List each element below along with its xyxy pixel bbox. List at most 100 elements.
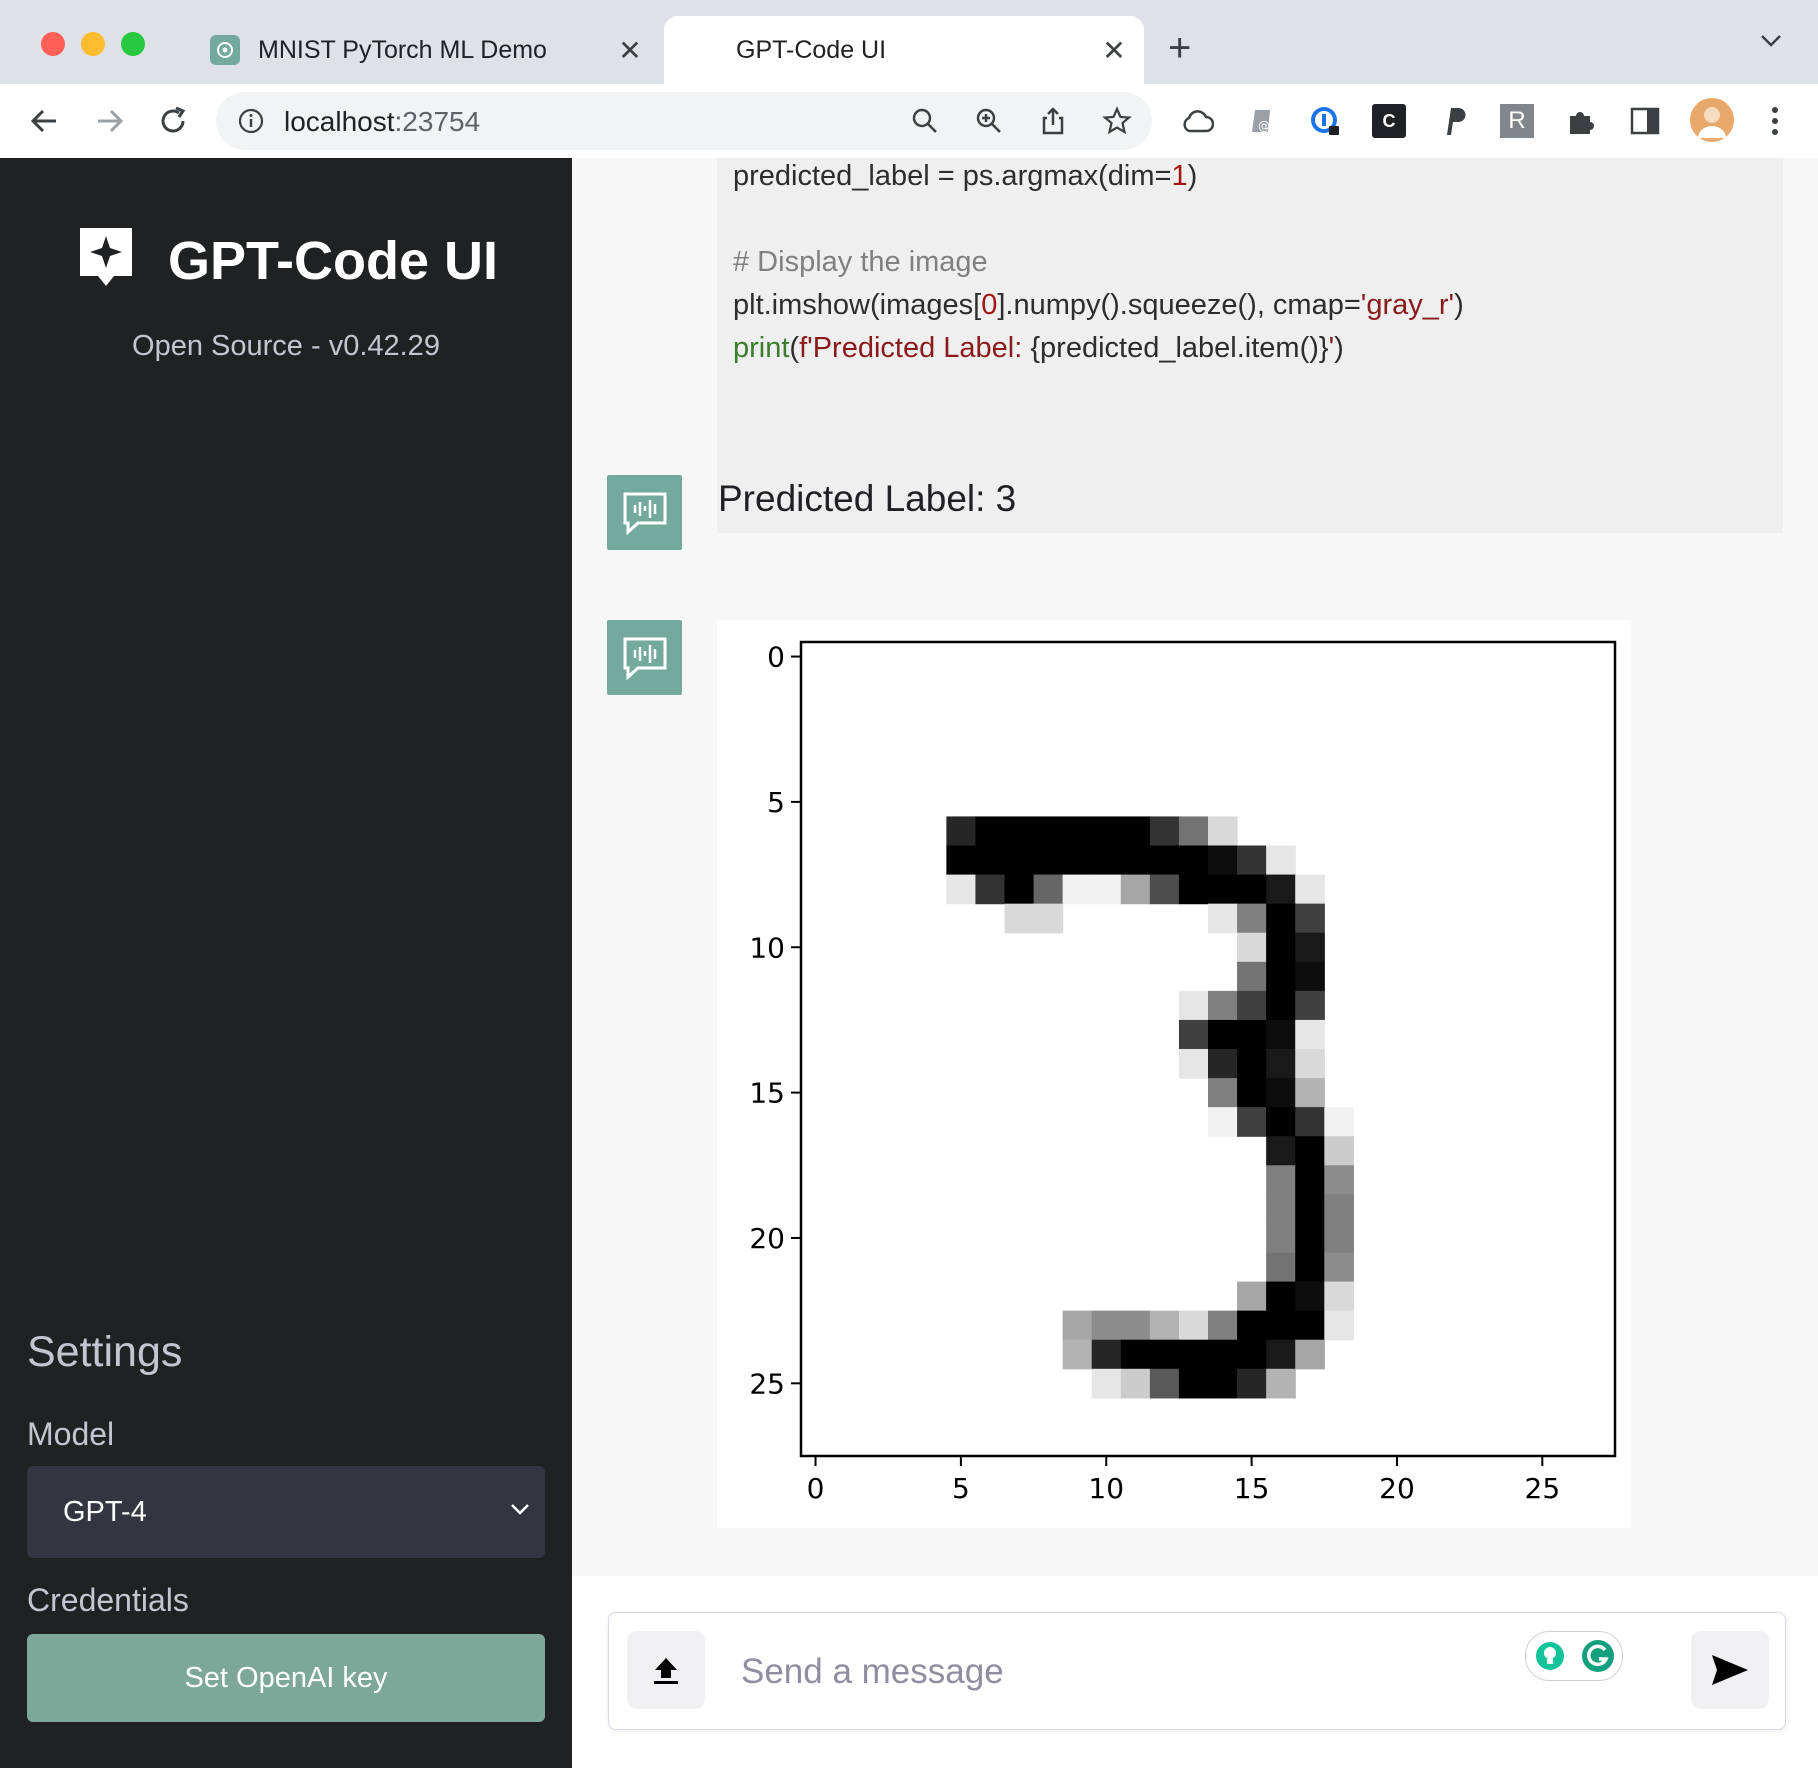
settings-heading: Settings [27,1328,183,1376]
bookmark-star-icon[interactable] [1102,106,1132,136]
message-input[interactable] [739,1641,1383,1703]
pixel-cell [1208,1339,1238,1370]
tab-gpt-code-ui[interactable]: GPT-Code UI ✕ [664,16,1144,84]
pixel-cell [975,816,1006,847]
code-text: {predicted_label.item()} [1030,332,1329,364]
email-extension-icon[interactable]: @ [1244,104,1278,138]
pixel-cell [1091,816,1122,847]
pixel-cell [946,874,977,905]
y-tick-label: 10 [749,931,785,964]
paypal-icon[interactable] [1436,104,1470,138]
pixel-cell [1237,1310,1267,1341]
tab-title: GPT-Code UI [736,35,887,64]
pixel-cell [1295,1252,1325,1283]
upload-file-button[interactable] [627,1631,705,1709]
url-port: :23754 [394,106,481,137]
code-block: predicted_label = ps.argmax(dim=1) # Dis… [717,158,1783,533]
send-button[interactable] [1691,1631,1769,1709]
r-extension-icon[interactable]: R [1500,104,1534,138]
pixel-cell [1237,845,1267,876]
x-tick-label: 20 [1379,1472,1415,1505]
pixel-cell [1266,874,1296,905]
app-title: GPT-Code UI [168,231,499,291]
model-selected-value: GPT-4 [63,1496,147,1528]
pixel-cell [1237,932,1267,963]
pixel-cell [1295,874,1325,905]
composer-area [572,1576,1818,1768]
code-number: 1 [1171,160,1188,192]
code-text: predicted_label = ps.argmax(dim= [733,160,1172,192]
pixel-cell [1295,1136,1325,1166]
image-output: 0 5 10 15 20 25 0 5 10 15 20 25 [717,620,1631,1528]
side-panel-icon[interactable] [1628,104,1662,138]
browser-menu-icon[interactable] [1758,104,1792,138]
pixel-cell [1324,1194,1354,1225]
pixel-cell [1237,1019,1267,1050]
pixel-cell [1062,874,1093,905]
search-icon[interactable] [910,106,940,136]
close-tab-icon[interactable]: ✕ [610,34,650,67]
pixel-cell [1237,1078,1267,1108]
chevron-down-icon[interactable] [1760,34,1782,53]
site-info-icon[interactable] [238,108,264,134]
pixel-cell [1324,1136,1354,1166]
pixel-cell [1266,990,1296,1021]
pixel-cell [1295,1049,1325,1079]
pixel-cell [1295,1194,1325,1225]
pixel-cell [946,816,977,847]
forward-arrow-icon[interactable] [90,102,128,140]
y-tick-label: 25 [749,1367,785,1400]
pixel-cell [1266,1368,1296,1399]
window-close-button[interactable] [41,32,65,56]
x-axis-ticks: 0 5 10 15 20 25 [807,1456,1560,1505]
pixel-cell [1208,1107,1238,1137]
pixel-cell [1266,1019,1296,1050]
pixel-cell [1295,903,1325,934]
password-manager-icon[interactable] [1308,104,1342,138]
pixel-cell [1266,1078,1296,1108]
pixel-cell [1178,1019,1209,1050]
model-select[interactable]: GPT-4 [27,1466,545,1558]
pixel-cell [1004,816,1035,847]
pixel-cell [1324,1310,1354,1341]
send-icon [1712,1655,1748,1685]
pixel-cell [1091,874,1122,905]
pixel-cell [1266,1136,1296,1166]
new-tab-button[interactable]: + [1168,28,1191,68]
puzzle-extensions-icon[interactable] [1564,104,1598,138]
x-tick-label: 15 [1234,1472,1270,1505]
address-bar[interactable]: localhost:23754 [216,92,1152,150]
pixel-cell [1120,845,1151,876]
pixel-cell [1237,874,1267,905]
pixel-cell [1266,1194,1296,1225]
app-version: Open Source - v0.42.29 [132,330,440,362]
cloud-extension-icon[interactable] [1180,104,1214,138]
code-string: f'Predicted Label: [799,332,1031,364]
x-tick-label: 10 [1088,1472,1124,1505]
pixel-cell [1324,1252,1354,1283]
pixel-cell [1266,1107,1296,1137]
pixel-cell [1208,1368,1238,1399]
window-minimize-button[interactable] [81,32,105,56]
window-maximize-button[interactable] [121,32,145,56]
reload-icon[interactable] [154,102,192,140]
pixel-cell [1208,903,1238,934]
c-extension-icon[interactable]: C [1372,104,1406,138]
tab-mnist-demo[interactable]: MNIST PyTorch ML Demo ✕ [190,16,660,84]
pixel-cell [1149,874,1180,905]
close-tab-icon[interactable]: ✕ [1094,34,1134,67]
share-icon[interactable] [1038,106,1068,136]
set-openai-key-button[interactable]: Set OpenAI key [27,1634,545,1722]
pixel-cell [1295,1339,1325,1370]
pixel-cell [1120,1339,1151,1370]
pixel-cell [1062,845,1093,876]
composer [608,1612,1786,1730]
pixel-layer [946,816,1354,1399]
profile-avatar[interactable] [1690,98,1734,142]
zoom-in-icon[interactable] [974,106,1004,136]
code-number: 0 [981,289,998,321]
grammarly-widget[interactable] [1525,1631,1623,1681]
pixel-cell [1178,1339,1209,1370]
mnist-digit-plot: 0 5 10 15 20 25 0 5 10 15 20 25 [749,641,1617,1505]
back-arrow-icon[interactable] [26,102,64,140]
